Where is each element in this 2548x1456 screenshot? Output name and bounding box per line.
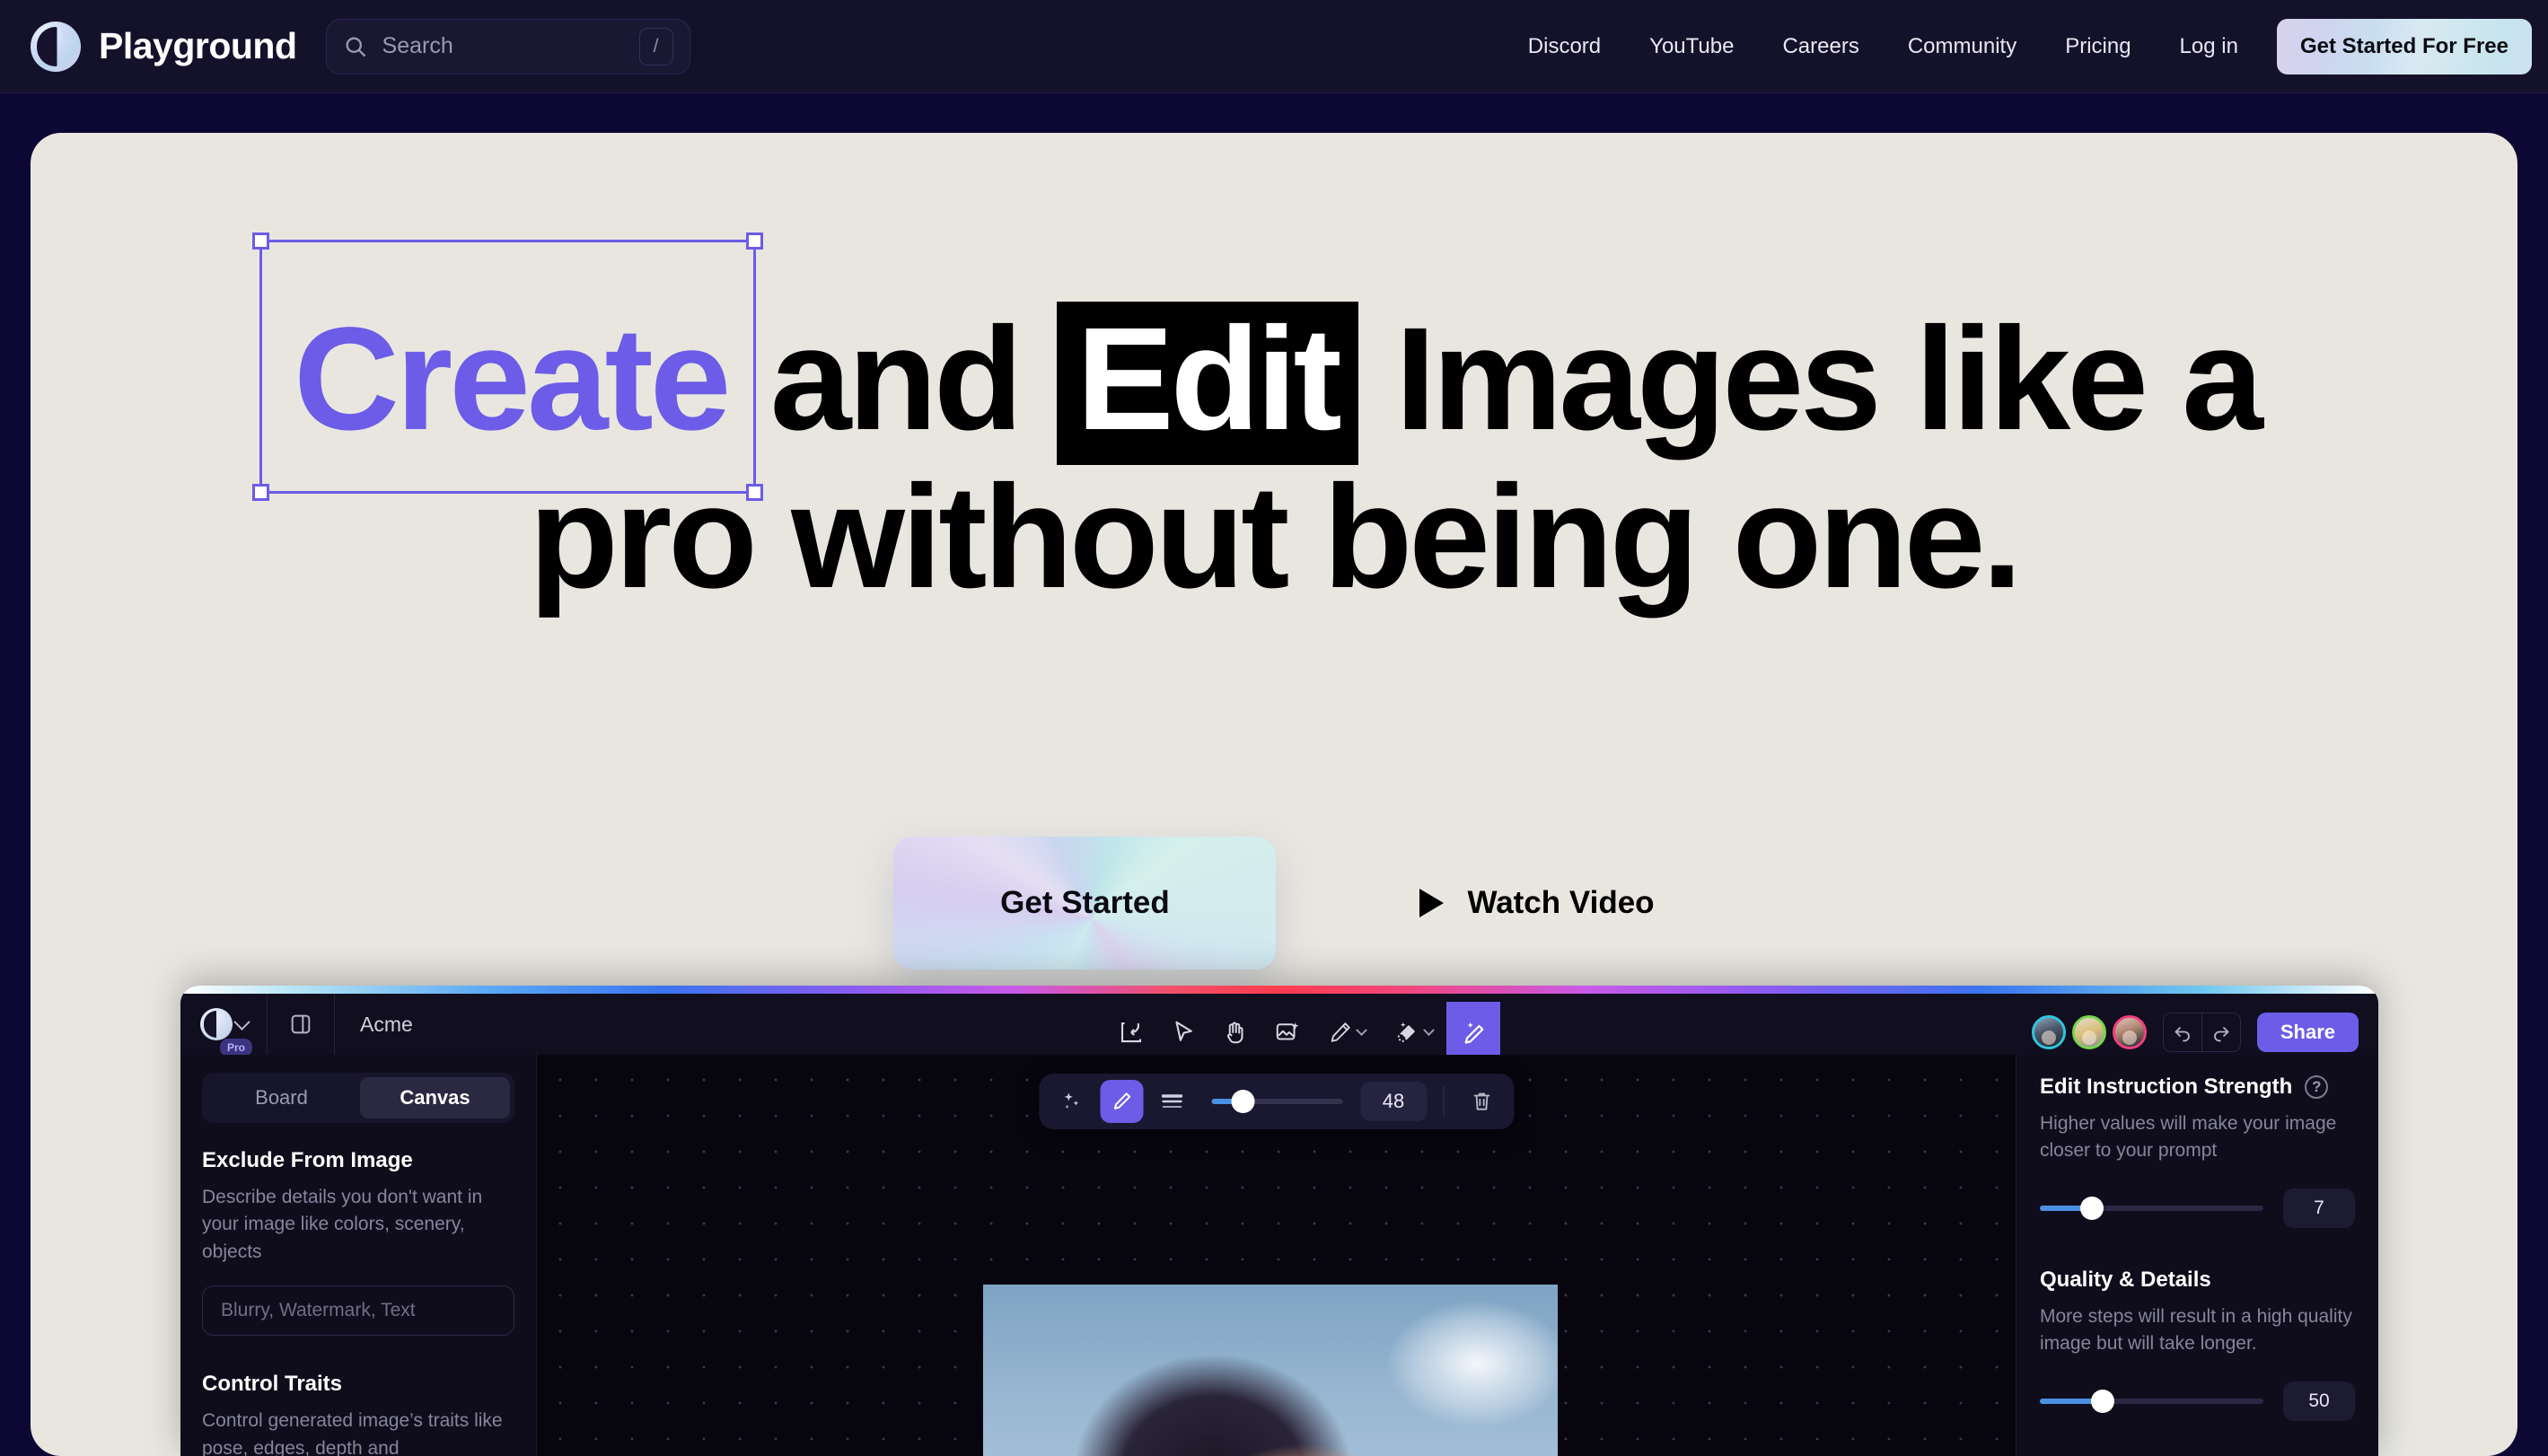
brand-name: Playground [99,25,297,66]
app-body: Board Canvas Exclude From Image Describe… [180,1055,2378,1456]
hand-icon[interactable] [1209,1002,1261,1063]
chevron-down-icon [233,1013,250,1031]
top-navigation: Playground Search / Discord YouTube Care… [0,0,2548,93]
erase-tool-dropdown[interactable] [1380,1002,1446,1063]
nav-links: Discord YouTube Careers Community Pricin… [1504,18,2548,75]
search-shortcut-badge: / [638,27,673,66]
right-settings-panel: Edit Instruction Strength ? Higher value… [2016,1055,2378,1456]
redo-arrow-icon[interactable] [2202,1013,2240,1051]
canvas-area[interactable]: 48 [537,1055,2016,1456]
left-settings-panel: Board Canvas Exclude From Image Describe… [180,1055,537,1456]
question-mark-icon[interactable]: ? [2305,1075,2329,1099]
sidebar-panel-icon[interactable] [268,1012,334,1037]
trash-icon[interactable] [1460,1080,1503,1123]
chevron-down-icon [1356,1023,1367,1036]
app-mockup-window: Pro Acme Share Board Canvas Exclude From… [180,986,2378,1456]
pencil-icon [1331,1022,1350,1042]
edit-instruction-strength-slider-row: 7 [2040,1188,2355,1228]
avatar[interactable] [2071,1015,2106,1049]
headline-word-edit[interactable]: Edit [1056,302,1358,465]
edit-instruction-strength-title: Edit Instruction Strength ? [2040,1074,2355,1100]
avatar[interactable] [2112,1015,2147,1049]
project-name[interactable]: Acme [335,1013,413,1037]
watch-video-button[interactable]: Watch Video [1419,885,1655,921]
reset-tool-icon[interactable] [1105,1002,1157,1063]
quality-details-value: 50 [2283,1381,2355,1421]
control-traits-title: Control Traits [202,1372,343,1397]
quality-details-slider-row: 50 [2040,1381,2355,1421]
slider-thumb[interactable] [2079,1196,2104,1220]
brush-size-value: 48 [1360,1082,1427,1121]
app-header-right: Share [2031,1002,2359,1063]
playground-logo-icon [199,1008,233,1040]
play-triangle-icon [1419,889,1445,917]
get-started-free-button[interactable]: Get Started For Free [2276,18,2532,75]
brush-size-slider-thumb[interactable] [1231,1090,1254,1113]
tab-canvas[interactable]: Canvas [360,1077,510,1118]
quality-details-label: Quality & Details [2040,1267,2211,1292]
nav-link-discord[interactable]: Discord [1504,34,1625,59]
exclude-from-image-description: Describe details you don't want in your … [202,1187,483,1262]
board-canvas-tabs: Board Canvas [202,1073,514,1123]
selection-handle-bottom-left[interactable] [252,483,270,501]
brush-size-lines-icon[interactable] [1150,1080,1193,1123]
share-button[interactable]: Share [2256,1013,2359,1052]
pen-icon[interactable] [1100,1080,1143,1123]
nav-link-youtube[interactable]: YouTube [1625,34,1758,59]
exclude-from-image-input[interactable]: Blurry, Watermark, Text [202,1285,514,1337]
edit-instruction-strength-label: Edit Instruction Strength [2040,1074,2293,1099]
search-input[interactable]: Search / [325,18,690,75]
cursor-arrow-icon[interactable] [1157,1002,1209,1063]
avatar[interactable] [2031,1015,2066,1049]
get-started-button[interactable]: Get Started [893,837,1277,969]
selection-handle-top-left[interactable] [252,232,270,250]
hero-headline: Create and Edit Images like a pro withou… [31,133,2517,610]
canvas-toolbar [1105,1002,1500,1063]
chevron-down-icon [1423,1023,1435,1036]
nav-link-careers[interactable]: Careers [1758,34,1883,59]
brush-size-slider[interactable] [1211,1090,1342,1113]
edit-tool-active[interactable] [1446,1002,1500,1063]
slider-thumb[interactable] [2091,1389,2115,1413]
tab-board[interactable]: Board [206,1077,356,1118]
quality-details-description: More steps will result in a high quality… [2040,1305,2352,1355]
collaborator-avatars [2031,1015,2147,1049]
brush-floating-toolbar: 48 [1039,1074,1514,1129]
workspace-switcher[interactable]: Pro [180,1008,267,1057]
history-controls [2162,1013,2241,1052]
app-header: Pro Acme Share [180,994,2378,1063]
watch-video-label: Watch Video [1467,885,1655,920]
draw-tool-dropdown[interactable] [1314,1002,1380,1063]
search-placeholder: Search [382,33,453,58]
headline-rest: Images like a [1395,296,2263,460]
headline-line2: pro without being one. [529,453,2022,618]
nav-link-pricing[interactable]: Pricing [2041,34,2155,59]
rainbow-accent-bar [180,986,2378,994]
edit-instruction-strength-value: 7 [2283,1188,2355,1228]
edit-instruction-strength-description: Higher values will make your image close… [2040,1113,2337,1162]
quality-details-title: Quality & Details [2040,1267,2355,1293]
hero-cta-row: Get Started Watch Video [31,837,2517,969]
sparkles-icon[interactable] [1050,1080,1093,1123]
headline-word-create[interactable]: Create [252,232,764,501]
nav-link-login[interactable]: Log in [2156,34,2262,59]
exclude-from-image-title: Exclude From Image [202,1148,413,1172]
canvas-image[interactable] [983,1285,1558,1456]
selection-handle-top-right[interactable] [746,232,764,250]
pro-badge: Pro [220,1039,253,1057]
headline-and: and [769,296,1024,460]
brand[interactable]: Playground [31,21,297,72]
image-sparkle-icon[interactable] [1261,1002,1314,1063]
quality-details-slider[interactable] [2040,1389,2263,1413]
search-icon [343,34,368,59]
edit-instruction-strength-slider[interactable] [2040,1196,2263,1220]
control-traits-description: Control generated image’s traits like po… [202,1410,503,1456]
nav-link-community[interactable]: Community [1884,34,2041,59]
undo-arrow-icon[interactable] [2164,1013,2201,1051]
magic-eraser-icon [1397,1022,1415,1042]
headline-create-text: Create [294,296,731,460]
divider [1443,1086,1444,1117]
magic-pencil-icon [1464,1022,1484,1044]
playground-logo-icon [31,21,81,72]
